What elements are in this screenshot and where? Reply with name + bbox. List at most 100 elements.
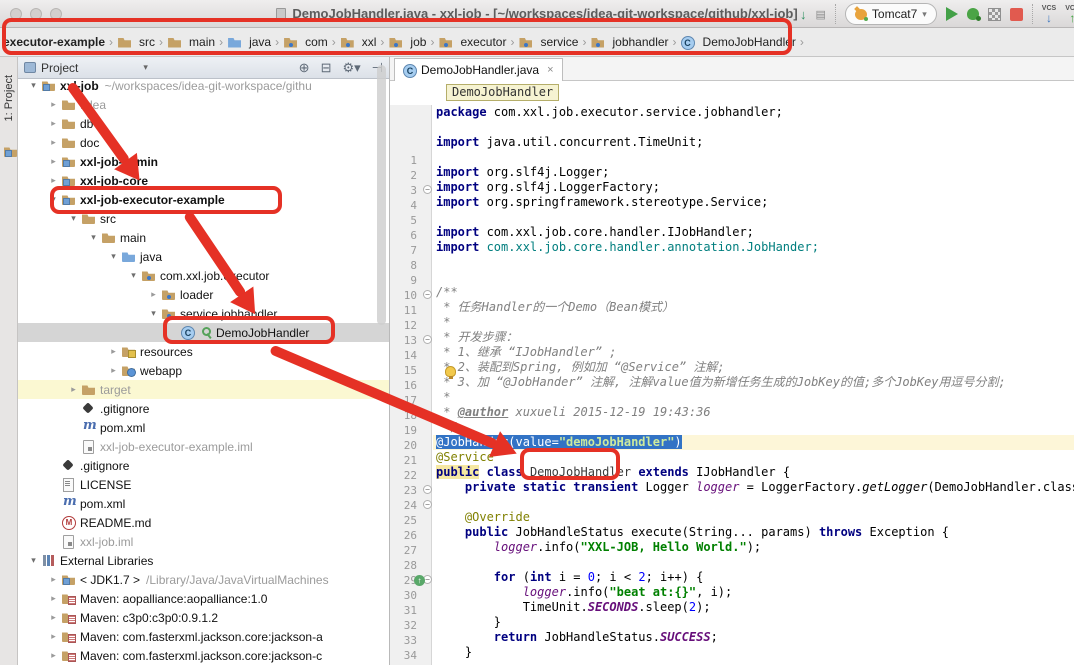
tree-item-label: loader	[180, 288, 213, 302]
class-icon	[403, 64, 416, 77]
collapsed-arrow-icon[interactable]: ▸	[46, 137, 61, 148]
package-icon	[161, 288, 176, 301]
tree-item[interactable]: ▸Maven: c3p0:c3p0:0.9.1.2	[18, 608, 389, 627]
code-line: import java.util.concurrent.TimeUnit;	[433, 135, 1074, 150]
collapsed-arrow-icon[interactable]: ▸	[46, 593, 61, 604]
coverage-button[interactable]	[988, 8, 1001, 21]
tree-item[interactable]: ▾External Libraries	[18, 551, 389, 570]
expanded-arrow-icon[interactable]: ▾	[26, 555, 41, 566]
tree-item[interactable]: ▸Maven: com.fasterxml.jackson.core:jacks…	[18, 646, 389, 665]
folder-icon	[61, 98, 76, 111]
collapsed-arrow-icon[interactable]: ▸	[46, 631, 61, 642]
collapsed-arrow-icon[interactable]: ▸	[46, 612, 61, 623]
fold-marker-icon[interactable]: −	[423, 290, 432, 299]
editor-gutter: 123−45678910−111213−14151617181920212223…	[390, 105, 432, 665]
tree-item[interactable]: xxl-job-executor-example.iml	[18, 437, 389, 456]
run-configuration-selector[interactable]: Tomcat7 ▾	[845, 3, 937, 25]
tree-item[interactable]: ▸xxl-job-admin	[18, 152, 389, 171]
collapsed-arrow-icon[interactable]: ▸	[66, 384, 81, 395]
code-line	[433, 150, 1074, 165]
code-area[interactable]: package com.xxl.job.executor.service.job…	[433, 105, 1074, 665]
tree-item[interactable]: ▾com.xxl.job.executor	[18, 266, 389, 285]
collapsed-arrow-icon[interactable]: ▸	[46, 156, 61, 167]
locate-button[interactable]: ⊕	[299, 60, 310, 76]
line-number: 4	[410, 198, 417, 213]
settings-button[interactable]: ⚙▾	[342, 60, 360, 76]
code-line: import org.slf4j.Logger;	[433, 165, 1074, 180]
intention-bulb-icon[interactable]	[445, 366, 456, 377]
code-line: }	[433, 645, 1074, 660]
collapsed-arrow-icon[interactable]: ▸	[106, 365, 121, 376]
tree-item[interactable]: ▸ doc	[18, 133, 389, 152]
stop-button[interactable]	[1010, 8, 1023, 21]
collapse-all-button[interactable]: ⊟	[321, 60, 332, 76]
tree-item[interactable]: ▸Maven: com.fasterxml.jackson.core:jacks…	[18, 627, 389, 646]
tab-demojobhandler[interactable]: DemoJobHandler.java ×	[394, 58, 563, 81]
code-line: for (int i = 0; i < 2; i++) {	[433, 570, 1074, 585]
fold-marker-icon[interactable]: −	[423, 335, 432, 344]
tree-item[interactable]: pom.xml	[18, 494, 389, 513]
collapsed-arrow-icon[interactable]: ▸	[46, 99, 61, 110]
close-tab-icon[interactable]: ×	[547, 64, 553, 76]
fold-marker-icon[interactable]: −	[423, 185, 432, 194]
tree-item-label: doc	[80, 136, 99, 150]
collapsed-arrow-icon[interactable]: ▸	[106, 346, 121, 357]
code-editor[interactable]: DemoJobHandler.java × DemoJobHandler 123…	[390, 57, 1074, 665]
vcs-commit-button[interactable]: VCS↑	[1065, 5, 1074, 24]
tree-item-label: pom.xml	[80, 497, 125, 511]
tree-item[interactable]: ▸ target	[18, 380, 389, 399]
tree-item-label: .gitignore	[80, 459, 129, 473]
collapsed-arrow-icon[interactable]: ▸	[46, 574, 61, 585]
project-stripe-icon[interactable]	[3, 145, 18, 158]
tree-item[interactable]: ▸resources	[18, 342, 389, 361]
line-number: 1	[410, 153, 417, 168]
project-view-dropdown[interactable]: ▾	[143, 62, 148, 73]
expanded-arrow-icon[interactable]: ▾	[126, 270, 141, 281]
fold-marker-icon[interactable]: −	[423, 500, 432, 509]
tree-item[interactable]: pom.xml	[18, 418, 389, 437]
tree-item-label: LICENSE	[80, 478, 131, 492]
overrides-marker-icon[interactable]: ↑	[414, 575, 425, 586]
run-button[interactable]	[946, 7, 958, 21]
expanded-arrow-icon[interactable]: ▾	[86, 232, 101, 243]
expanded-arrow-icon[interactable]: ▾	[106, 251, 121, 262]
code-line: * @author xuxueli 2015-12-19 19:43:36	[433, 405, 1074, 420]
folder-icon	[61, 136, 76, 149]
collapsed-arrow-icon[interactable]: ▸	[46, 118, 61, 129]
breadcrumb-chip[interactable]: DemoJobHandler	[446, 84, 559, 101]
tree-item[interactable]: .gitignore	[18, 399, 389, 418]
stripe-tab-project[interactable]: 1: Project	[0, 63, 18, 133]
tree-item[interactable]: ▸db	[18, 114, 389, 133]
folder-icon	[61, 117, 76, 130]
fold-marker-icon[interactable]: −	[423, 485, 432, 494]
debug-button[interactable]	[967, 8, 979, 20]
vcs-update-button[interactable]: VCS↓	[1042, 5, 1056, 24]
tree-item[interactable]: ▸ loader	[18, 285, 389, 304]
line-number: 16	[404, 378, 417, 393]
tree-item[interactable]: ▾java	[18, 247, 389, 266]
tree-item-label: README.md	[80, 516, 151, 530]
code-line: public JobHandleStatus execute(String...…	[433, 525, 1074, 540]
expanded-arrow-icon[interactable]: ▾	[66, 213, 81, 224]
navigate-down-icon[interactable]: ↓	[800, 7, 807, 22]
collapsed-arrow-icon[interactable]: ▸	[46, 650, 61, 661]
tree-item[interactable]: ▸< JDK1.7 >/Library/Java/JavaVirtualMach…	[18, 570, 389, 589]
code-line: /**	[433, 285, 1074, 300]
expanded-arrow-icon[interactable]: ▾	[146, 308, 161, 319]
code-line	[433, 270, 1074, 285]
chevron-down-icon: ▾	[922, 9, 927, 20]
tree-item[interactable]: .gitignore	[18, 456, 389, 475]
project-panel-title: Project	[41, 61, 78, 75]
tree-item[interactable]: xxl-job.iml	[18, 532, 389, 551]
code-line: * 1、继承 “IJobHandler” ;	[433, 345, 1074, 360]
tree-scrollbar[interactable]	[377, 65, 386, 325]
collapsed-arrow-icon[interactable]: ▸	[46, 175, 61, 186]
toolbar-grid-icon[interactable]: ▤	[816, 8, 826, 21]
collapsed-arrow-icon[interactable]: ▸	[146, 289, 161, 300]
tree-item-label: target	[100, 383, 131, 397]
tree-item[interactable]: LICENSE	[18, 475, 389, 494]
expanded-arrow-icon[interactable]: ▾	[26, 80, 41, 91]
line-number: 10	[404, 288, 417, 303]
tree-item[interactable]: ▸Maven: aopalliance:aopalliance:1.0	[18, 589, 389, 608]
tree-item[interactable]: README.md	[18, 513, 389, 532]
